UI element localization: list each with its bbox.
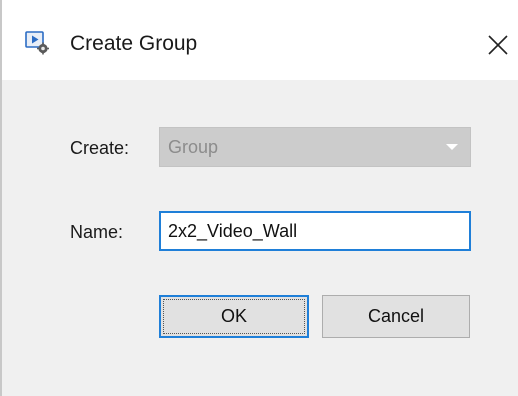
ok-focus-rect — [163, 299, 305, 334]
create-type-select[interactable]: Group — [159, 127, 471, 167]
close-button[interactable] — [479, 27, 513, 61]
create-type-value: Group — [168, 137, 219, 157]
create-label: Create: — [70, 138, 130, 158]
name-label: Name: — [70, 222, 124, 242]
ok-button[interactable]: OK — [159, 295, 309, 338]
cancel-button[interactable]: Cancel — [322, 295, 470, 338]
create-group-dialog: Create Group Create: Group Name: OK Canc… — [0, 0, 518, 396]
close-icon — [488, 35, 508, 55]
title-bar: Create Group — [2, 0, 518, 80]
name-input[interactable] — [159, 211, 471, 251]
group-app-icon — [25, 31, 49, 55]
chevron-down-icon — [446, 144, 458, 150]
cancel-button-label: Cancel — [367, 306, 425, 326]
dialog-title: Create Group — [70, 32, 198, 55]
